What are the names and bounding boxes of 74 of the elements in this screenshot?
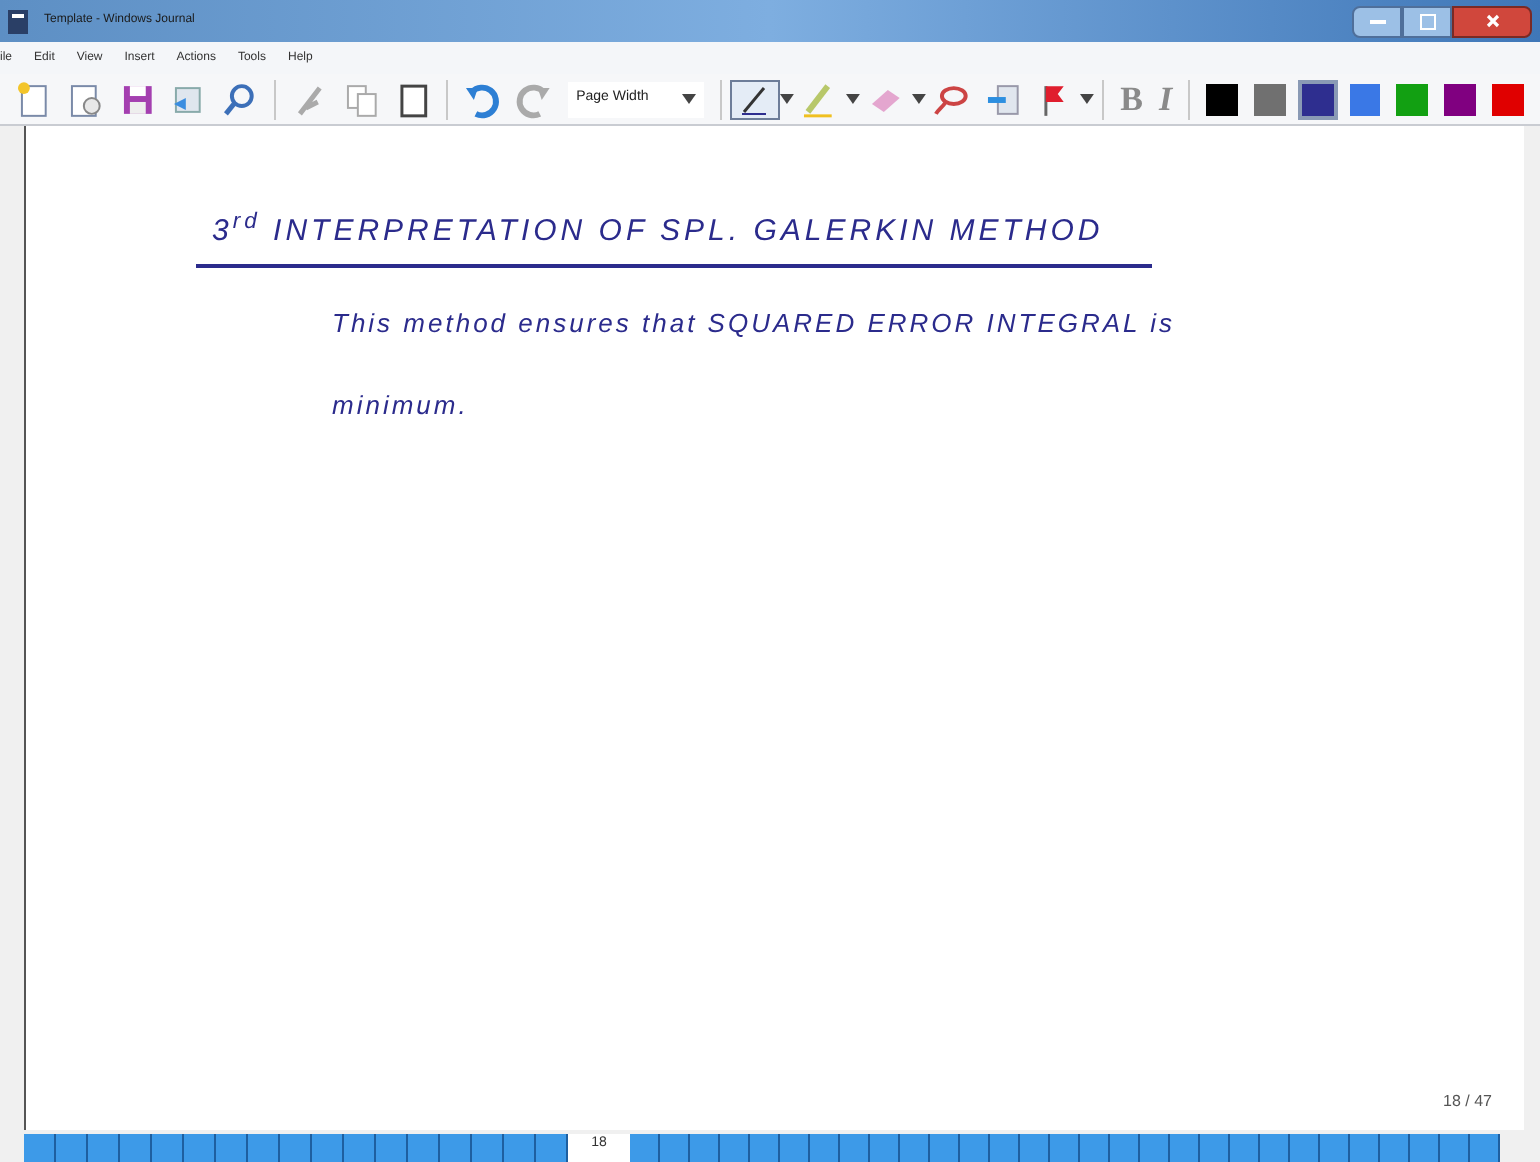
page-thumbnail[interactable] xyxy=(1020,1134,1050,1162)
pen-icon xyxy=(738,83,771,115)
page-thumbnail[interactable] xyxy=(56,1134,88,1162)
app-icon xyxy=(8,9,28,33)
page-thumbnail[interactable] xyxy=(1440,1134,1470,1162)
page-thumbnail[interactable] xyxy=(504,1134,536,1162)
color-swatch[interactable] xyxy=(1206,83,1238,115)
color-swatch[interactable] xyxy=(1349,83,1381,115)
page-thumbnail[interactable] xyxy=(990,1134,1020,1162)
page-thumbnail[interactable] xyxy=(184,1134,216,1162)
page-indicator: 18 / 47 xyxy=(1443,1090,1492,1114)
page-thumbnail[interactable] xyxy=(1140,1134,1170,1162)
page-thumbnail[interactable] xyxy=(248,1134,280,1162)
page-thumbnail[interactable] xyxy=(630,1134,660,1162)
caret-icon[interactable] xyxy=(846,94,860,104)
page-thumbnail[interactable] xyxy=(750,1134,780,1162)
color-swatch[interactable] xyxy=(1396,83,1429,115)
caret-icon[interactable] xyxy=(780,94,795,104)
page-thumbnail[interactable] xyxy=(1470,1134,1500,1162)
redo-icon[interactable] xyxy=(514,79,555,119)
color-swatch[interactable] xyxy=(1297,79,1338,119)
page-thumbnail[interactable] xyxy=(376,1134,408,1162)
page-thumbnail[interactable] xyxy=(312,1134,344,1162)
page-thumbnail[interactable] xyxy=(1170,1134,1200,1162)
page-thumbnail[interactable] xyxy=(900,1134,930,1162)
page-thumbnail[interactable] xyxy=(1110,1134,1140,1162)
pen-button[interactable] xyxy=(729,79,781,119)
page-thumbnail[interactable] xyxy=(408,1134,440,1162)
caret-icon[interactable] xyxy=(911,94,926,104)
page-thumbnail[interactable] xyxy=(472,1134,504,1162)
page-thumbnail[interactable] xyxy=(1350,1134,1380,1162)
close-button[interactable] xyxy=(1452,5,1532,37)
page-thumbnail[interactable] xyxy=(960,1134,990,1162)
page-thumbnail[interactable] xyxy=(720,1134,750,1162)
page-thumbnail[interactable] xyxy=(840,1134,870,1162)
page-thumbnail[interactable] xyxy=(690,1134,720,1162)
maximize-button[interactable] xyxy=(1402,5,1452,37)
color-swatch[interactable] xyxy=(1492,83,1524,115)
page-thumbnail[interactable] xyxy=(344,1134,376,1162)
insert-space-icon[interactable] xyxy=(983,79,1023,119)
page-thumbnail[interactable] xyxy=(1410,1134,1440,1162)
handwritten-text: minimum. xyxy=(332,388,469,424)
page-thumbnail[interactable] xyxy=(88,1134,120,1162)
handwritten-text: This method ensures that SQUARED ERROR INTEGRAL is xyxy=(332,305,1176,341)
page-thumbnail[interactable] xyxy=(1260,1134,1290,1162)
page-thumbnail[interactable] xyxy=(280,1134,312,1162)
close-icon xyxy=(1485,14,1499,28)
page-thumbnail[interactable] xyxy=(120,1134,152,1162)
page-thumbnail[interactable] xyxy=(870,1134,900,1162)
page-thumbnail[interactable] xyxy=(780,1134,810,1162)
page-thumbnail[interactable] xyxy=(1380,1134,1410,1162)
undo-icon[interactable] xyxy=(462,79,503,119)
copy-icon[interactable] xyxy=(341,79,382,119)
page-thumbnail[interactable] xyxy=(1320,1134,1350,1162)
page-thumbnail[interactable] xyxy=(536,1134,568,1162)
minimize-button[interactable] xyxy=(1352,5,1402,37)
color-swatch[interactable] xyxy=(1253,83,1286,115)
page-thumbnail[interactable] xyxy=(440,1134,472,1162)
page-thumbnail[interactable] xyxy=(1200,1134,1230,1162)
page-thumbnail[interactable] xyxy=(1080,1134,1110,1162)
caret-icon[interactable] xyxy=(1080,94,1095,104)
color-swatch[interactable] xyxy=(1444,83,1477,115)
page-thumbnail[interactable] xyxy=(24,1134,56,1162)
page-thumbnail[interactable] xyxy=(660,1134,690,1162)
caret-icon[interactable] xyxy=(681,94,696,104)
handwritten-heading: 3$^{rd}$ INTERPRETATION OF SPL. GALERKIN METHOD xyxy=(196,210,1152,267)
page-thumbnail[interactable] xyxy=(1290,1134,1320,1162)
page-thumbnail[interactable] xyxy=(810,1134,840,1162)
page-thumbnail[interactable] xyxy=(152,1134,184,1162)
page-thumbnail[interactable] xyxy=(216,1134,248,1162)
page-thumbnail[interactable] xyxy=(930,1134,960,1162)
document-icon[interactable] xyxy=(65,79,106,119)
page-thumbnail[interactable] xyxy=(1230,1134,1260,1162)
page-thumbnail[interactable] xyxy=(1050,1134,1080,1162)
